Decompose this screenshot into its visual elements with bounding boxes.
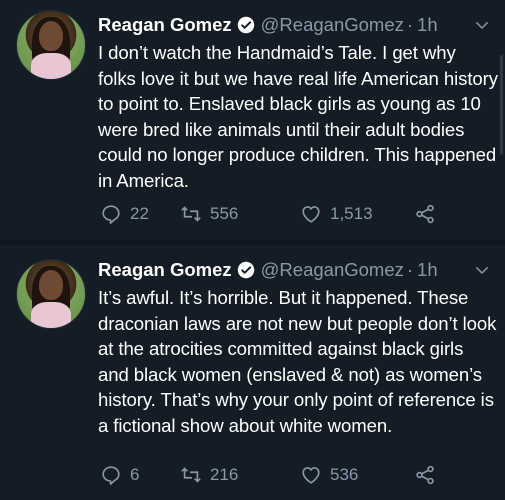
- reply-icon: [102, 205, 120, 224]
- separator-dot: ·: [406, 259, 414, 280]
- share-button[interactable]: [414, 464, 436, 486]
- like-count: 536: [330, 465, 359, 484]
- retweet-icon: [181, 206, 201, 222]
- author-handle[interactable]: @ReaganGomez: [261, 14, 404, 36]
- avatar[interactable]: [16, 259, 86, 329]
- retweet-count: 216: [210, 465, 239, 484]
- share-icon: [416, 204, 434, 224]
- verified-badge-icon: [237, 261, 254, 279]
- share-button[interactable]: [414, 203, 436, 225]
- retweet-button[interactable]: 556: [180, 203, 238, 225]
- reply-button[interactable]: 6: [100, 464, 139, 486]
- author-name[interactable]: Reagan Gomez: [98, 14, 232, 36]
- tweet-header: Reagan Gomez @ReaganGomez · 1h: [98, 258, 438, 282]
- tweet-text: It’s awful. It’s horrible. But it happen…: [98, 287, 497, 436]
- tweet-text: I don’t watch the Handmaid’s Tale. I get…: [98, 42, 498, 191]
- scrollbar[interactable]: [500, 55, 503, 155]
- timestamp[interactable]: 1h: [417, 14, 438, 36]
- reply-button[interactable]: 22: [100, 203, 149, 225]
- avatar[interactable]: [16, 10, 86, 80]
- author-name[interactable]: Reagan Gomez: [98, 259, 232, 281]
- author-handle[interactable]: @ReaganGomez: [261, 259, 404, 281]
- separator-dot: ·: [406, 14, 414, 35]
- reply-icon: [102, 466, 120, 485]
- tweet-2[interactable]: Reagan Gomez @ReaganGomez · 1h It’s awfu…: [0, 245, 505, 500]
- like-count: 1,513: [330, 204, 373, 223]
- chevron-down-icon[interactable]: [473, 261, 491, 279]
- tweet-header: Reagan Gomez @ReaganGomez · 1h: [98, 13, 438, 37]
- retweet-icon: [181, 467, 201, 483]
- share-icon: [416, 465, 434, 485]
- retweet-button[interactable]: 216: [180, 464, 238, 486]
- verified-badge-icon: [237, 16, 254, 34]
- heart-icon: [302, 467, 320, 484]
- like-button[interactable]: 1,513: [300, 203, 373, 225]
- chevron-down-icon[interactable]: [473, 16, 491, 34]
- retweet-count: 556: [210, 204, 239, 223]
- tweet-1[interactable]: Reagan Gomez @ReaganGomez · 1h I don’t w…: [0, 0, 505, 240]
- timestamp[interactable]: 1h: [417, 259, 438, 281]
- tweet-actions: 6 216 536: [100, 462, 460, 488]
- like-button[interactable]: 536: [300, 464, 358, 486]
- tweet-actions: 22 556 1,513: [100, 201, 460, 227]
- reply-count: 22: [130, 204, 149, 223]
- heart-icon: [302, 206, 320, 223]
- reply-count: 6: [130, 465, 140, 484]
